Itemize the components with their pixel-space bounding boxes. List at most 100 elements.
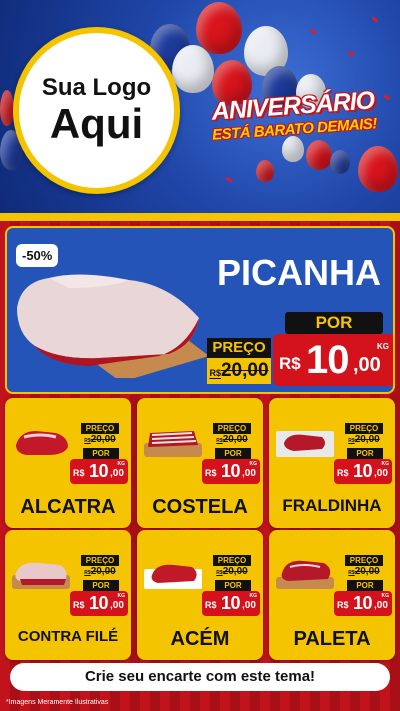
price-unit: KG [381,461,390,467]
product-card: PREÇO R$20,00 POR R$ 10,00 KG FRALDINHA [269,398,395,528]
balloon-decoration [172,45,214,93]
product-card: PREÇO R$20,00 POR R$ 10,00 KG ACÉM [137,530,263,660]
old-price-value: 20,00 [90,566,116,577]
new-price-label: POR [215,580,251,591]
new-price-tag: R$ 10,00 KG [202,459,260,484]
old-price-label: PREÇO [81,555,119,566]
anniversary-title: ANIVERSÁRIO ESTÁ BARATO DEMAIS! [194,85,394,159]
price-decimals: ,00 [110,600,124,611]
price-integer: 10 [89,461,109,481]
old-price: R$20,00 [213,566,251,578]
price-unit: KG [249,593,258,599]
old-price-value: 20,00 [220,360,269,381]
price-currency: R$ [205,600,217,610]
logo-text-line2: Aqui [49,99,144,147]
balloon-decoration [0,90,14,126]
price-currency: R$ [73,600,85,610]
price-decimals: ,00 [374,600,388,611]
new-price-label: POR [347,448,383,459]
price-unit: KG [377,342,389,351]
discount-badge: -50% [16,244,59,267]
old-price: R$20,00 [81,434,119,446]
header-banner: Sua Logo Aqui ANIVERSÁRIO ESTÁ BARATO DE… [0,0,400,213]
product-name: FRALDINHA [282,496,382,515]
balloon-decoration [256,160,274,182]
price-decimals: ,00 [110,468,124,479]
price-unit: KG [117,593,126,599]
old-price-label: PREÇO [207,338,271,358]
new-price-tag: R$ 10,00 KG [70,591,128,616]
new-price-tag: R$ 10,00 KG [334,591,392,616]
price-decimals: ,00 [242,600,256,611]
price-integer: 10 [353,593,373,613]
old-price: R$20,00 [345,566,383,578]
old-price: R$20,00 [213,434,251,446]
balloon-decoration [358,146,398,192]
meat-image [144,431,202,457]
confetti-decoration [309,28,317,35]
price-currency: R$ [279,354,301,373]
meat-image [276,431,334,457]
new-price-label: POR [83,580,119,591]
old-price-label: PREÇO [213,555,251,566]
product-name: COSTELA [152,496,248,518]
price-decimals: ,00 [242,468,256,479]
cta-banner: Crie seu encarte com este tema! [10,663,390,691]
price-integer: 10 [306,338,349,382]
old-price-label: PREÇO [213,423,251,434]
product-card: PREÇO R$20,00 POR R$ 10,00 KG PALETA [269,530,395,660]
meat-image [12,562,70,589]
featured-product-name: PICANHA [216,252,381,293]
new-price-label: POR [215,448,251,459]
price-currency: R$ [205,468,217,478]
featured-product-card: -50% PICANHA PREÇO R$20,00 POR R$ 10 ,00… [5,226,395,394]
price-currency: R$ [337,600,349,610]
product-card: PREÇO R$20,00 POR R$ 10,00 KG ALCATRA [5,398,131,528]
picanha-meat-image [17,274,209,378]
price-integer: 10 [221,593,241,613]
confetti-decoration [371,16,379,23]
price-unit: KG [381,593,390,599]
new-price-tag: R$ 10,00 KG [334,459,392,484]
encarte-page: { "header": { "logo_line1": "Sua Logo", … [0,0,400,711]
new-price-label: POR [285,312,383,334]
meat-image [276,560,334,589]
old-price-value: 20,00 [90,434,116,445]
confetti-decoration [347,50,355,57]
disclaimer-text: *Imagens Meramente Ilustrativas [6,699,109,706]
balloon-decoration [196,2,242,54]
price-unit: KG [249,461,258,467]
confetti-decoration [225,176,233,183]
logo-text-line1: Sua Logo [41,74,152,102]
product-name: CONTRA FILÉ [17,628,119,645]
header-divider [0,213,400,221]
old-price-value: 20,00 [222,566,248,577]
price-currency: R$ [337,468,349,478]
meat-image [144,564,202,589]
price-unit: KG [117,461,126,467]
old-price-value: 20,00 [354,566,380,577]
price-currency: R$ [73,468,85,478]
new-price-label: POR [347,580,383,591]
price-integer: 10 [221,461,241,481]
old-price: R$20,00 [207,358,271,384]
product-card: PREÇO R$20,00 POR R$ 10,00 KG COSTELA [137,398,263,528]
logo-placeholder: Sua Logo Aqui [13,27,180,194]
old-price-currency: R$ [209,368,221,378]
new-price-tag: R$ 10 ,00 KG [273,334,393,386]
old-price-label: PREÇO [345,423,383,434]
new-price-tag: R$ 10,00 KG [70,459,128,484]
old-price-label: PREÇO [345,555,383,566]
price-integer: 10 [89,593,109,613]
price-decimals: ,00 [353,354,381,376]
new-price-label: POR [83,448,119,459]
price-decimals: ,00 [374,468,388,479]
price-integer: 10 [353,461,373,481]
old-price: R$20,00 [81,566,119,578]
balloon-decoration [330,150,350,174]
product-name: ALCATRA [20,496,116,518]
meat-image [16,431,68,455]
old-price-value: 20,00 [354,434,380,445]
old-price: R$20,00 [345,434,383,446]
product-card: PREÇO R$20,00 POR R$ 10,00 KG CONTRA FILÉ [5,530,131,660]
